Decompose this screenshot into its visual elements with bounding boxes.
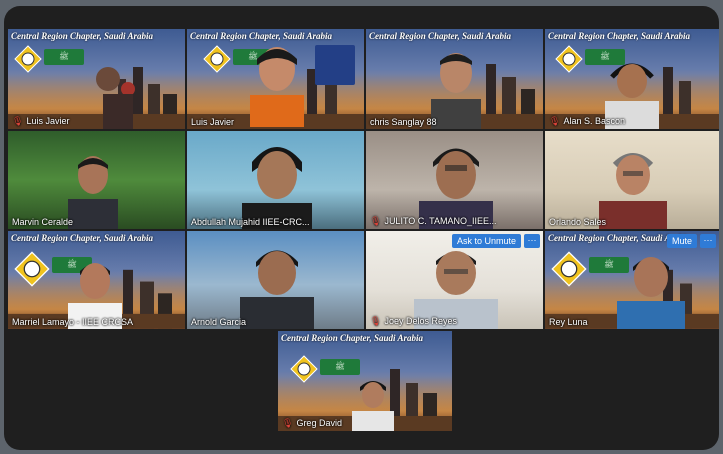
- banner-text: Central Region Chapter, Saudi Arabia: [281, 333, 423, 343]
- participant-tile[interactable]: Central Region Chapter, Saudi Arabia ﷺ 🎙…: [8, 29, 185, 129]
- participant-tile[interactable]: Orlando Sales: [545, 131, 719, 229]
- participant-name: 🎙 Joey Delos Reyes: [370, 316, 457, 326]
- participant-tile[interactable]: 🎙 JULITO C. TAMANO_IIEE...: [366, 131, 543, 229]
- participant-name: 🎙 Alan S. Bascon: [549, 116, 625, 126]
- mic-off-icon: 🎙: [549, 116, 561, 126]
- chapter-logo-icon: [551, 251, 587, 287]
- participant-name: Marriel Lamayo - IIEE CRCSA: [12, 317, 134, 327]
- chapter-logo-icon: [555, 45, 583, 73]
- participant-tile[interactable]: Central Region Chapter, Saudi Arabia ﷺ M…: [8, 231, 185, 329]
- banner-text: Central Region Chapter, Saudi Arabia: [548, 31, 690, 41]
- participant-video: [240, 250, 314, 329]
- chapter-logo-icon: [14, 45, 42, 73]
- participant-tile[interactable]: Central Region Chapter, Saudi Arabia ﷺ 🎙…: [278, 331, 452, 431]
- mic-off-icon: 🎙: [12, 116, 24, 126]
- participant-name: 🎙 JULITO C. TAMANO_IIEE...: [370, 216, 497, 226]
- chapter-logo-icon: [203, 45, 231, 73]
- participant-tile[interactable]: Marvin Ceralde: [8, 131, 185, 229]
- speaker-card: [315, 45, 355, 85]
- participant-name: chris Sanglay 88: [370, 117, 437, 127]
- participant-name: 🎙 Luis Javier: [12, 116, 70, 126]
- participant-video: [617, 257, 685, 329]
- banner-text: Central Region Chapter, Saudi Arabia: [190, 31, 332, 41]
- mic-off-icon: 🎙: [282, 418, 294, 428]
- participant-tile[interactable]: Abdullah Mujahid IIEE-CRC...: [187, 131, 364, 229]
- participant-name: Abdullah Mujahid IIEE-CRC...: [191, 217, 310, 227]
- mute-button[interactable]: Mute: [666, 234, 697, 248]
- banner-text: Central Region Chapter, Saudi Arabia: [11, 31, 153, 41]
- participant-video: [96, 67, 135, 129]
- video-gallery: Central Region Chapter, Saudi Arabia ﷺ 🎙…: [4, 6, 719, 450]
- participant-name: 🎙 Greg David: [282, 418, 342, 428]
- participant-video: [250, 47, 304, 127]
- participant-tile[interactable]: Central Region Chapter, Saudi Arabia chr…: [366, 29, 543, 129]
- participant-video: [352, 381, 394, 431]
- participant-name: Marvin Ceralde: [12, 217, 74, 227]
- participant-tile[interactable]: Central Region Chapter, Saudi Arabia ﷺ 🎙…: [545, 29, 719, 129]
- participant-tile-active-speaker[interactable]: Central Region Chapter, Saudi Arabia ﷺ L…: [187, 29, 364, 129]
- more-options-icon[interactable]: ···: [524, 234, 540, 248]
- participant-tile[interactable]: Ask to Unmute ··· 🎙 Joey Delos Reyes: [366, 231, 543, 329]
- chapter-logo-icon: [14, 251, 50, 287]
- participant-name: Luis Javier: [191, 117, 235, 127]
- mic-off-icon: 🎙: [370, 316, 382, 326]
- mic-off-icon: 🎙: [370, 216, 382, 226]
- participant-video: [242, 147, 312, 229]
- ask-to-unmute-button[interactable]: Ask to Unmute: [451, 234, 521, 248]
- banner-text: Central Region Chapter, Saudi Arabia: [11, 233, 153, 243]
- participant-name: Arnold Garcia: [191, 317, 247, 327]
- participant-tile[interactable]: Arnold Garcia: [187, 231, 364, 329]
- more-options-icon[interactable]: ···: [700, 234, 716, 248]
- participant-name: Orlando Sales: [549, 217, 607, 227]
- participant-name: Rey Luna: [549, 317, 588, 327]
- banner-text: Central Region Chapter, Saudi Arabia: [369, 31, 511, 41]
- chapter-logo-icon: [290, 355, 318, 383]
- participant-tile[interactable]: Central Region Chapter, Saudi Arabia ﷺ M…: [545, 231, 719, 329]
